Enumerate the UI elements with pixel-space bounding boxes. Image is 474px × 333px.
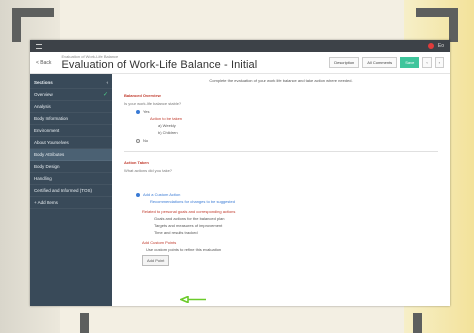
arrow-pointer-icon [180, 296, 206, 303]
comments-button[interactable]: All Comments [362, 57, 398, 68]
description-button[interactable]: Description [329, 57, 360, 68]
sub-item: a) Weekly [158, 123, 176, 128]
checkbox-other[interactable] [136, 192, 140, 197]
divider [124, 151, 438, 152]
sidebar-item[interactable]: Body Design [30, 161, 112, 173]
sidebar-item[interactable]: Analysis [30, 101, 112, 113]
frame-corner [416, 8, 458, 42]
page-header: < Back Evaluation of Work-Life Balance E… [30, 52, 450, 74]
radio-no[interactable] [136, 138, 140, 143]
top-bar: Eo [30, 40, 450, 52]
sub-heading: Related to personal goals and correspond… [142, 209, 236, 214]
user-menu[interactable]: Eo [438, 43, 444, 49]
list-item: Targets and measures of improvement [154, 223, 223, 228]
form-content: Complete the evaluation of your work lif… [112, 74, 450, 306]
sidebar-item[interactable]: About Yourselves [30, 137, 112, 149]
sub-heading: Add Custom Points [142, 240, 177, 245]
menu-icon[interactable] [36, 43, 42, 49]
sub-heading: Action to be taken [150, 116, 183, 121]
frame-post [80, 313, 89, 333]
check-icon: ✓ [102, 92, 108, 98]
section-title: Action Taken [124, 160, 149, 165]
sidebar-item[interactable]: Overview ✓ [30, 89, 112, 101]
option-note: Recommendations for changes to be sugges… [150, 199, 235, 204]
app-window: Eo < Back Evaluation of Work-Life Balanc… [30, 40, 450, 306]
sidebar-item[interactable]: Body Information [30, 113, 112, 125]
field-label: What actions did you take? [124, 168, 173, 173]
save-button[interactable]: Save [400, 57, 420, 68]
radio-label: No [143, 138, 149, 143]
notification-icon[interactable] [427, 43, 434, 49]
list-item: Goals and actions for the balanced plan [154, 216, 225, 221]
sidebar-item[interactable]: Certified and Informed (TOS) [30, 185, 112, 197]
page-title: Evaluation of Work-Life Balance - Initia… [61, 59, 258, 71]
section-title: Balanced Overview [124, 93, 161, 98]
sub-item: b) Children [158, 130, 178, 135]
sidebar-item[interactable]: + Add Items [30, 197, 112, 209]
sidebar: Sections ‹ Overview ✓ Analysis Body Inform… [30, 74, 112, 306]
frame-corner [12, 8, 54, 42]
option-label[interactable]: Add a Custom Action [143, 192, 180, 197]
next-arrow-icon[interactable]: › [434, 57, 444, 68]
list-item: Time and results tracked [154, 230, 198, 235]
prev-arrow-icon[interactable]: ‹ [422, 57, 432, 68]
field-label: Use custom points to refine this evaluat… [146, 247, 222, 252]
sidebar-item[interactable]: Sections ‹ [30, 77, 112, 89]
field-label: Is your work-life balance stable? [124, 101, 182, 106]
radio-label: Yes [143, 109, 150, 114]
intro-text: Complete the evaluation of your work lif… [209, 78, 353, 83]
add-point-button[interactable]: Add Point [142, 255, 170, 266]
sidebar-item[interactable]: Handling [30, 173, 112, 185]
frame-post [413, 313, 422, 333]
sidebar-item-active[interactable]: Body Attributes [30, 149, 112, 161]
sidebar-item[interactable]: Environment [30, 125, 112, 137]
back-button[interactable]: < Back [36, 60, 51, 66]
radio-yes[interactable] [136, 109, 140, 114]
